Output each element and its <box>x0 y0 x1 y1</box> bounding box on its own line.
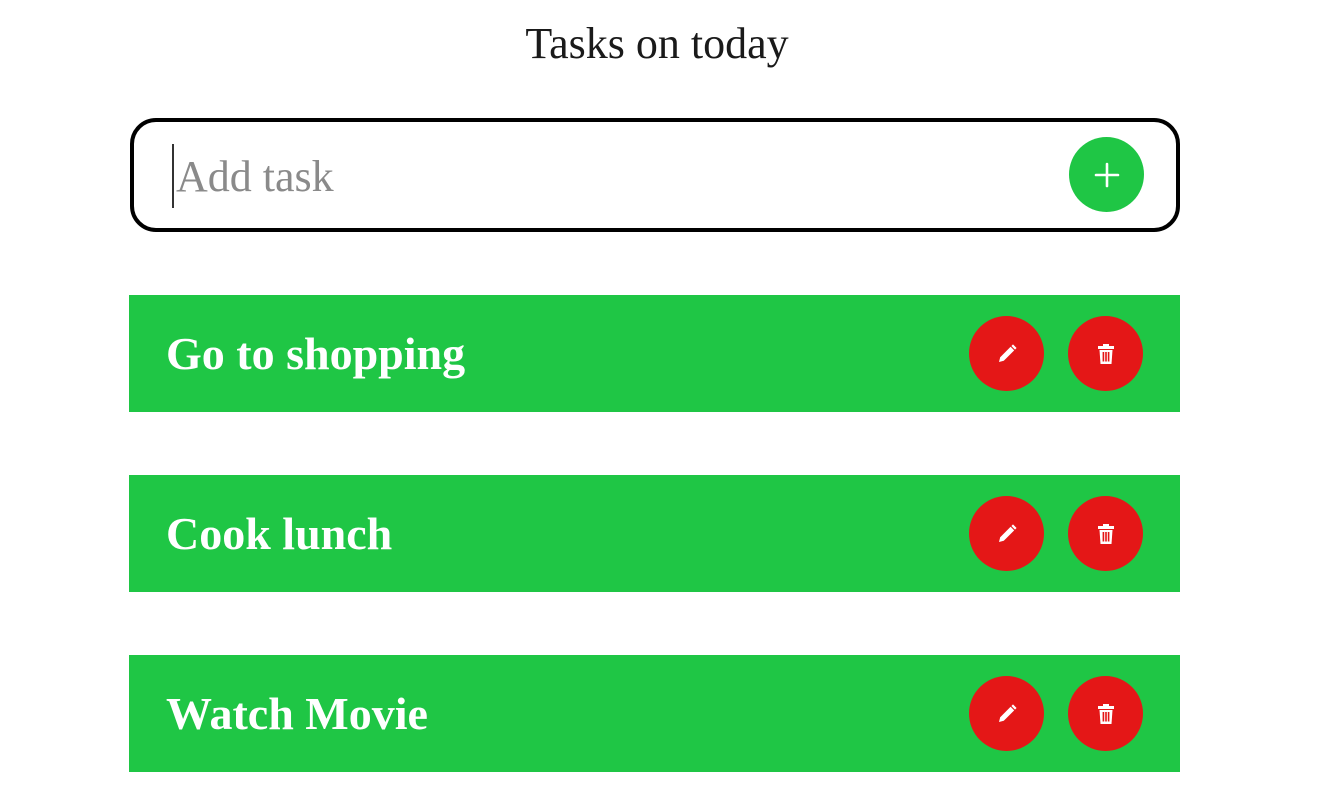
task-item: Watch Movie <box>129 655 1180 772</box>
add-task-box <box>130 118 1180 232</box>
delete-task-button[interactable] <box>1068 496 1143 571</box>
trash-icon <box>1094 342 1118 366</box>
add-task-button[interactable] <box>1069 137 1144 212</box>
task-list: Go to shopping Cook lunch Watch Movie <box>129 295 1180 801</box>
delete-task-button[interactable] <box>1068 676 1143 751</box>
edit-task-button[interactable] <box>969 676 1044 751</box>
trash-icon <box>1094 702 1118 726</box>
delete-task-button[interactable] <box>1068 316 1143 391</box>
edit-task-button[interactable] <box>969 316 1044 391</box>
todo-app: Tasks on today Go to shopping <box>0 0 1344 801</box>
pencil-icon <box>995 522 1019 546</box>
pencil-icon <box>995 342 1019 366</box>
task-label: Watch Movie <box>166 688 428 739</box>
page-title: Tasks on today <box>525 19 789 68</box>
plus-icon <box>1092 160 1122 190</box>
task-item: Cook lunch <box>129 475 1180 592</box>
task-label: Go to shopping <box>166 328 466 379</box>
pencil-icon <box>995 702 1019 726</box>
task-label: Cook lunch <box>166 508 393 559</box>
add-task-input[interactable] <box>172 144 1036 208</box>
trash-icon <box>1094 522 1118 546</box>
edit-task-button[interactable] <box>969 496 1044 571</box>
task-item: Go to shopping <box>129 295 1180 412</box>
